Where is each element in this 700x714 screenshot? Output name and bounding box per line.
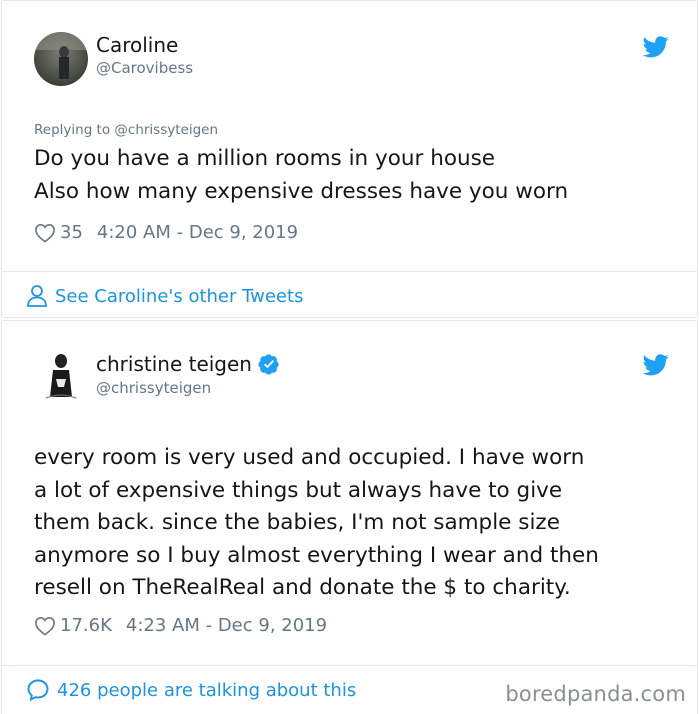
tweet-card-caroline: Caroline @Carovibess Replying to @chriss… — [1, 0, 698, 318]
replying-to-label[interactable]: Replying to @chrissyteigen — [34, 122, 218, 138]
heart-icon[interactable] — [34, 223, 56, 243]
tweet-card-chrissy: christine teigen @chrissyteigen every ro… — [1, 320, 698, 714]
tweet-text-line: Do you have a million rooms in your hous… — [34, 146, 496, 171]
tweet-text: every room is very used and occupied. I … — [34, 442, 599, 605]
verified-badge-icon — [258, 354, 279, 375]
tweet-meta: 17.6K 4:23 AM - Dec 9, 2019 — [34, 615, 327, 636]
tweet-text-line: anymore so I buy almost everything I wea… — [34, 542, 599, 568]
tweet-text-line: every room is very used and occupied. I … — [34, 445, 585, 470]
timestamp[interactable]: 4:23 AM - Dec 9, 2019 — [126, 615, 327, 636]
avatar[interactable] — [34, 32, 88, 86]
person-icon — [27, 285, 47, 307]
display-name[interactable]: christine teigen — [96, 352, 252, 376]
conversation-link[interactable]: 426 people are talking about this — [26, 678, 356, 702]
user-handle[interactable]: @chrissyteigen — [96, 379, 211, 397]
tweet-text-line: a lot of expensive things but always hav… — [34, 477, 563, 503]
see-other-tweets-link[interactable]: See Caroline's other Tweets — [26, 284, 303, 308]
like-count[interactable]: 17.6K — [60, 615, 112, 636]
tweet-text-line: them back. since the babies, I'm not sam… — [34, 510, 560, 535]
tweet-text: Do you have a million rooms in your hous… — [34, 143, 568, 208]
watermark: boredpanda.com — [505, 682, 686, 706]
display-name[interactable]: Caroline — [96, 33, 178, 57]
conversation-label[interactable]: 426 people are talking about this — [57, 680, 356, 701]
divider — [2, 665, 697, 666]
timestamp[interactable]: 4:20 AM - Dec 9, 2019 — [97, 222, 298, 243]
see-other-tweets-label[interactable]: See Caroline's other Tweets — [55, 286, 303, 307]
comment-bubble-icon — [27, 679, 49, 702]
name-row: christine teigen — [96, 352, 280, 376]
tweet-meta: 35 4:20 AM - Dec 9, 2019 — [34, 222, 298, 243]
like-count[interactable]: 35 — [60, 222, 83, 243]
twitter-bird-icon[interactable] — [643, 354, 669, 376]
tweet-text-line: resell on TheRealReal and donate the $ t… — [34, 575, 571, 600]
user-handle[interactable]: @Carovibess — [96, 59, 193, 77]
avatar[interactable] — [34, 349, 88, 403]
divider — [2, 271, 697, 272]
heart-icon[interactable] — [34, 616, 56, 636]
tweet-text-line: Also how many expensive dresses have you… — [34, 178, 569, 204]
twitter-bird-icon[interactable] — [643, 36, 669, 58]
